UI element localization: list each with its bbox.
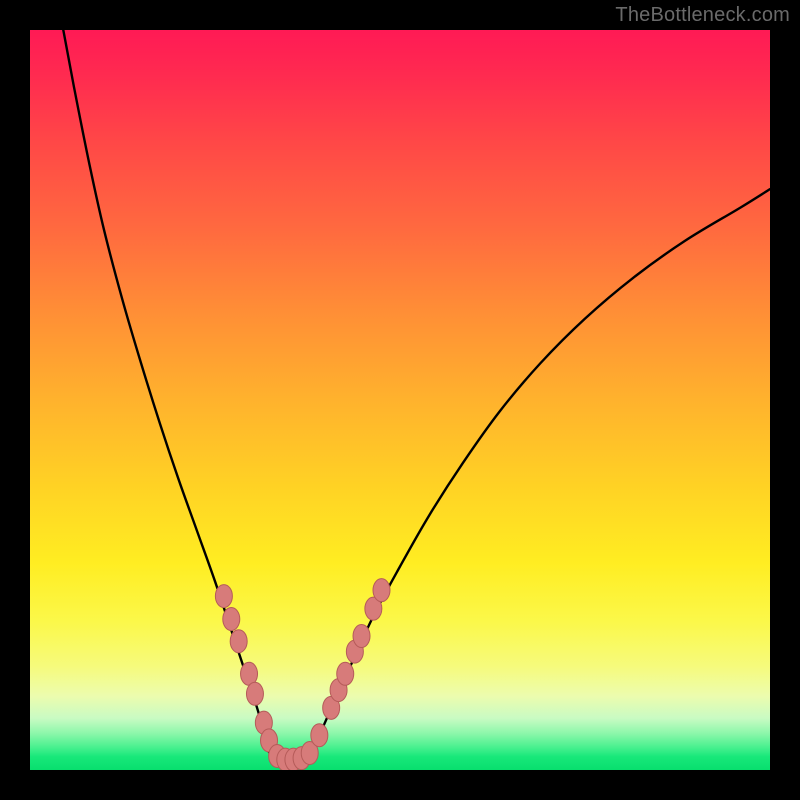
highlight-dot <box>215 585 232 608</box>
highlight-dot <box>246 682 263 705</box>
watermark-text: TheBottleneck.com <box>615 4 790 27</box>
highlight-dot <box>337 662 354 685</box>
highlight-dot <box>353 625 370 648</box>
highlight-dot <box>311 724 328 747</box>
chart-svg <box>30 30 770 770</box>
bottleneck-curve <box>63 30 770 762</box>
plot-area <box>30 30 770 770</box>
highlight-dot <box>223 608 240 631</box>
highlight-dot <box>373 579 390 602</box>
curve-path <box>63 30 770 762</box>
highlight-dot <box>230 630 247 653</box>
chart-container: { "watermark": "TheBottleneck.com", "col… <box>0 0 800 800</box>
highlight-markers <box>215 579 390 770</box>
